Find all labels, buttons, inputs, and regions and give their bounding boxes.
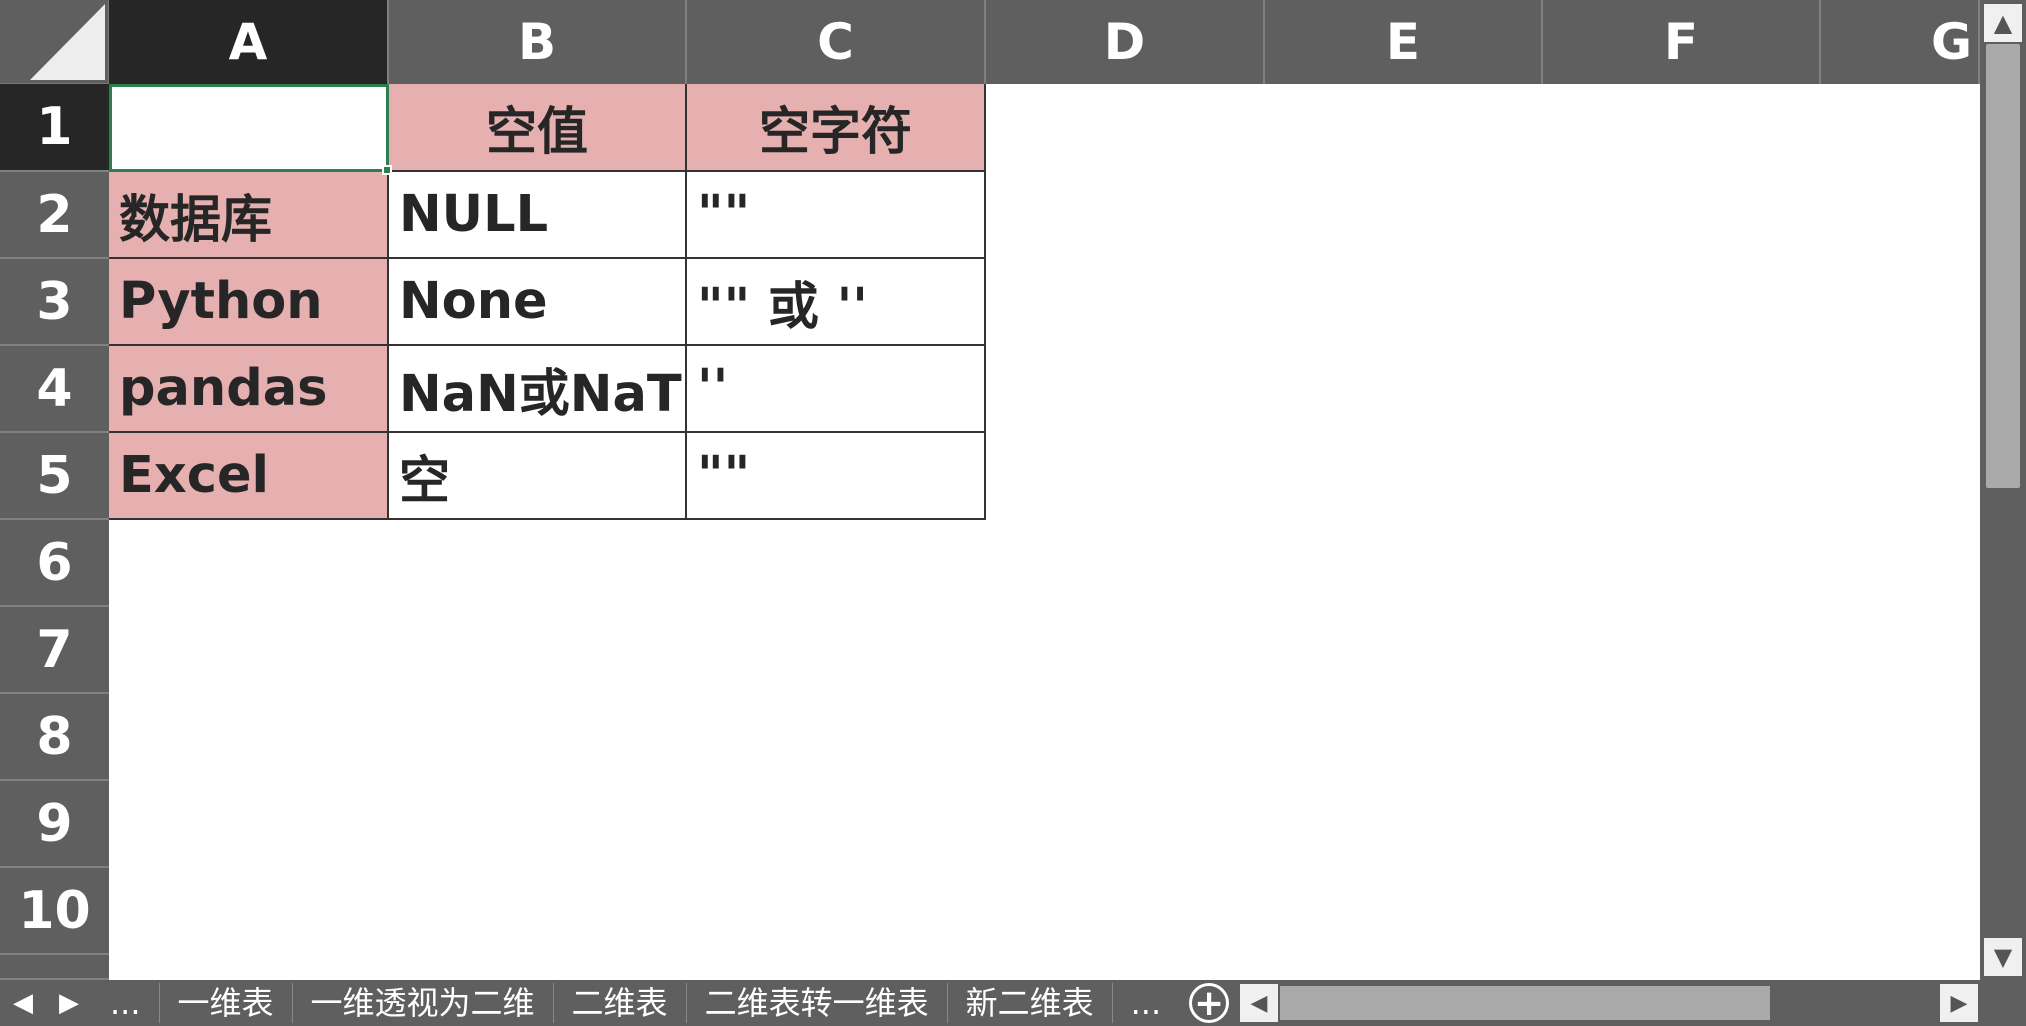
row-header-7[interactable]: 7 (0, 607, 109, 694)
row-header-6[interactable]: 6 (0, 520, 109, 607)
cell-b2[interactable]: NULL (389, 172, 687, 259)
column-header-f[interactable]: F (1543, 0, 1821, 84)
row-header-9[interactable]: 9 (0, 781, 109, 868)
horizontal-scroll-thumb[interactable] (1280, 986, 1770, 1020)
cell-b4[interactable]: NaN或NaT (389, 346, 687, 433)
column-header-d[interactable]: D (986, 0, 1265, 84)
fill-handle[interactable] (382, 165, 392, 175)
vertical-scroll-thumb[interactable] (1986, 44, 2020, 488)
tab-scroll-right-icon[interactable]: ▶ (46, 988, 92, 1018)
row-header-2[interactable]: 2 (0, 172, 109, 259)
cell-b5[interactable]: 空 (389, 433, 687, 520)
horizontal-scrollbar[interactable]: ◀ ▶ (1238, 982, 1980, 1024)
cell-a5[interactable]: Excel (109, 433, 389, 520)
row-header-10[interactable]: 10 (0, 868, 109, 955)
sheet-tab-4[interactable]: 二维表转一维表 (687, 983, 948, 1023)
scroll-right-icon[interactable]: ▶ (1940, 984, 1978, 1022)
column-header-e[interactable]: E (1265, 0, 1543, 84)
row-header-1[interactable]: 1 (0, 84, 109, 172)
scroll-left-icon[interactable]: ◀ (1240, 984, 1278, 1022)
row-header-8[interactable]: 8 (0, 694, 109, 781)
cell-b1[interactable]: 空值 (389, 84, 687, 172)
active-cell-border (109, 84, 389, 172)
cell-c4[interactable]: '' (687, 346, 986, 433)
column-header-g[interactable]: G (1821, 0, 1980, 84)
sheet-tab-2[interactable]: 一维透视为二维 (293, 983, 554, 1023)
tab-scroll-left-icon[interactable]: ◀ (0, 988, 46, 1018)
row-header-11-partial[interactable] (0, 955, 109, 980)
cell-a4[interactable]: pandas (109, 346, 389, 433)
sheet-tab-1[interactable]: 一维表 (160, 983, 293, 1023)
scroll-up-icon[interactable]: ▲ (1984, 4, 2022, 42)
cell-c3[interactable]: "" 或 '' (687, 259, 986, 346)
add-sheet-icon[interactable]: + (1189, 983, 1230, 1024)
tab-more-left[interactable]: ... (92, 983, 160, 1023)
row-header-4[interactable]: 4 (0, 346, 109, 433)
select-all-corner[interactable] (0, 0, 109, 84)
vertical-scrollbar[interactable]: ▲ ▼ (1980, 0, 2026, 980)
column-header-a[interactable]: A (109, 0, 389, 84)
tab-more-right[interactable]: ... (1113, 983, 1180, 1023)
cell-c5[interactable]: "" (687, 433, 986, 520)
scroll-down-icon[interactable]: ▼ (1984, 938, 2022, 976)
row-header-5[interactable]: 5 (0, 433, 109, 520)
cell-c1[interactable]: 空字符 (687, 84, 986, 172)
column-header-c[interactable]: C (687, 0, 986, 84)
cell-c2[interactable]: "" (687, 172, 986, 259)
column-header-b[interactable]: B (389, 0, 687, 84)
cell-a2[interactable]: 数据库 (109, 172, 389, 259)
sheet-tab-3[interactable]: 二维表 (554, 983, 687, 1023)
sheet-tab-5[interactable]: 新二维表 (948, 983, 1113, 1023)
row-header-3[interactable]: 3 (0, 259, 109, 346)
cell-a3[interactable]: Python (109, 259, 389, 346)
cell-b3[interactable]: None (389, 259, 687, 346)
